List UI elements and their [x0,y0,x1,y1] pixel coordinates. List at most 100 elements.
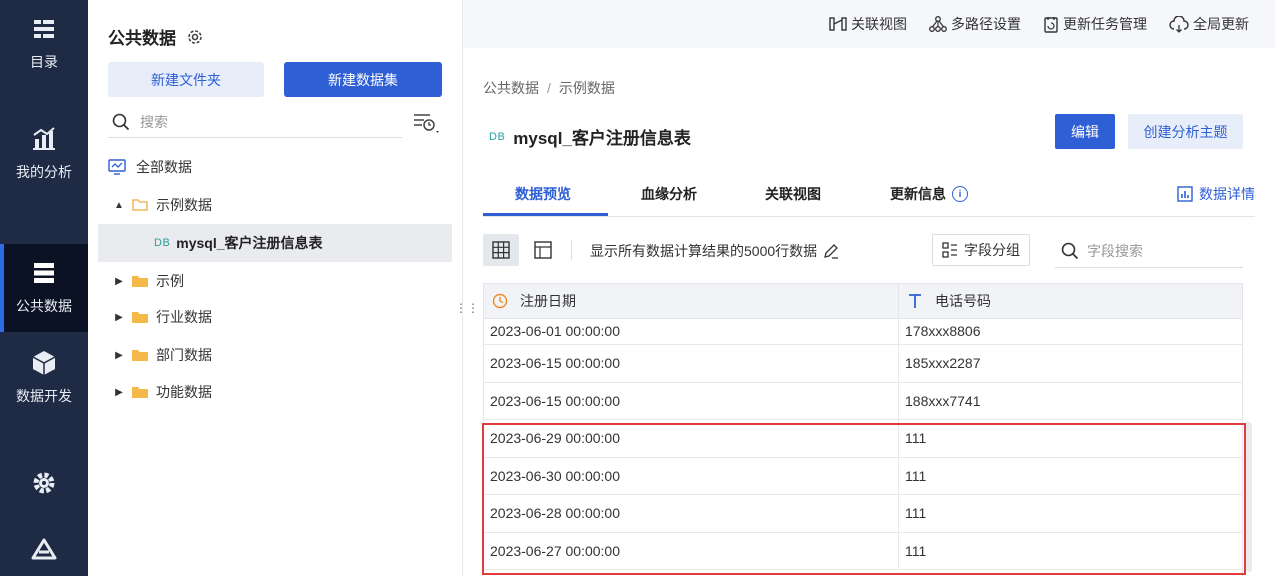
nav-item-public-data[interactable]: 公共数据 [0,244,88,332]
top-toolbar: 关联视图 多路径设置 更新任务管理 全局更新 [463,0,1275,48]
breadcrumb-separator: / [547,80,551,96]
tree-item-label: mysql_客户注册信息表 [176,235,323,251]
filter-sort-icon[interactable] [412,112,442,136]
table-cell: 185xxx2287 [905,355,981,372]
nav-item-label: 目录 [30,54,58,70]
clock-icon [492,293,508,309]
table-row: 2023-06-28 00:00:00 111 [484,495,1242,533]
folder-icon [132,312,148,323]
table-row: 2023-06-27 00:00:00 111 [484,532,1242,570]
folder-icon [132,387,148,398]
nav-item-catalog[interactable]: 目录 [0,0,88,88]
data-preview-table: 注册日期 电话号码 2023-06-01 00:00:00 178xxx8806 … [483,283,1243,576]
field-group-label: 字段分组 [964,242,1020,258]
caret-right-icon[interactable]: ▶ [112,276,126,287]
tree-item-function[interactable]: ▶ 功能数据 [98,373,452,411]
edit-pencil-icon[interactable] [823,243,839,259]
tab-lineage[interactable]: 血缘分析 [641,184,697,204]
global-update-button[interactable]: 全局更新 [1169,14,1249,34]
update-tasks-label: 更新任务管理 [1063,16,1147,32]
catalog-icon [31,16,57,42]
create-topic-button[interactable]: 创建分析主题 [1128,114,1243,149]
text-type-icon [909,294,921,308]
folder-icon [132,350,148,361]
grid-view-button[interactable] [483,234,519,266]
folder-icon [132,276,148,287]
data-detail-button[interactable]: 数据详情 [1177,184,1255,204]
tree-item-label: 行业数据 [156,309,212,325]
gear-icon [31,470,57,496]
caret-right-icon[interactable]: ▶ [112,387,126,398]
row-limit-text: 显示所有数据计算结果的5000行数据 [590,241,839,261]
tab-data-preview[interactable]: 数据预览 [515,184,571,204]
nav-item-label: 我的分析 [16,164,72,180]
tree-item-label: 示例数据 [156,197,212,213]
tab-update-info[interactable]: 更新信息 i [890,184,968,204]
settings-gear-icon[interactable] [186,28,204,46]
related-view-button[interactable]: 关联视图 [829,14,907,34]
chart-detail-icon [1177,186,1193,202]
multipath-label: 多路径设置 [951,16,1021,32]
dataset-tabs: 数据预览 血缘分析 关联视图 更新信息 i 数据详情 [483,172,1255,217]
field-group-icon [942,242,957,258]
nav-bottom-logo[interactable] [0,522,88,576]
search-icon [112,113,130,130]
tree-item-department[interactable]: ▶ 部门数据 [98,336,452,374]
breadcrumb-root[interactable]: 公共数据 [483,80,539,96]
tree-item-all-data[interactable]: 全部数据 [98,148,452,186]
caret-right-icon[interactable]: ▶ [112,350,126,361]
db-badge-icon: DB [489,130,506,143]
tree-item-sample-data[interactable]: ▲ 示例数据 [98,186,452,224]
nav-item-label: 数据开发 [16,388,72,404]
multipath-button[interactable]: 多路径设置 [929,14,1021,34]
tree-item-sample[interactable]: ▶ 示例 [98,262,452,300]
field-search-input[interactable]: 字段搜索 [1055,234,1243,268]
new-folder-button[interactable]: 新建文件夹 [108,62,264,97]
tree-item-label: 示例 [156,273,184,289]
nav-item-label: 公共数据 [16,298,72,314]
update-tasks-button[interactable]: 更新任务管理 [1043,14,1147,34]
cloud-refresh-icon [1169,15,1189,33]
search-placeholder: 搜索 [140,113,168,130]
task-icon [1044,16,1058,33]
dataset-title: DB mysql_客户注册信息表 [489,124,691,149]
column-header-phone[interactable]: 电话号码 [899,284,991,318]
layout-view-button[interactable] [525,234,561,266]
tree-search-input[interactable]: 搜索 [108,106,402,138]
column-header-date[interactable]: 注册日期 [484,284,899,318]
tree-item-label: 部门数据 [156,347,212,363]
tab-related-view[interactable]: 关联视图 [765,184,821,204]
breadcrumb-current[interactable]: 示例数据 [559,80,615,96]
info-icon[interactable]: i [952,186,968,202]
new-dataset-button[interactable]: 新建数据集 [284,62,442,97]
row-limit-label: 显示所有数据计算结果的5000行数据 [590,243,818,259]
grid-icon [492,241,510,259]
table-cell: 2023-06-15 00:00:00 [484,382,899,419]
tree-item-label: 全部数据 [136,159,192,175]
table-cell: 2023-06-01 00:00:00 [484,319,899,344]
tree-item-dataset[interactable]: DB mysql_客户注册信息表 [98,224,452,262]
left-nav: 目录 我的分析 公共数据 数据开发 [0,0,88,576]
folder-open-icon [132,199,148,211]
table-cell: 111 [905,467,927,484]
active-tab-indicator [483,213,608,216]
caret-right-icon[interactable]: ▶ [112,312,126,323]
table-row: 2023-06-15 00:00:00 185xxx2287 [484,345,1242,383]
breadcrumb: 公共数据 / 示例数据 [483,78,615,98]
table-header: 注册日期 电话号码 [483,283,1243,319]
data-detail-label: 数据详情 [1199,186,1255,202]
nav-item-my-analysis[interactable]: 我的分析 [0,110,88,198]
tree-title: 公共数据 [108,24,204,49]
table-cell: 2023-06-28 00:00:00 [484,495,899,532]
nav-item-admin[interactable] [0,444,88,532]
nav-item-data-dev[interactable]: 数据开发 [0,334,88,422]
tree-item-industry[interactable]: ▶ 行业数据 [98,298,452,336]
logo-icon [31,538,57,560]
caret-down-icon[interactable]: ▲ [112,200,126,211]
edit-button[interactable]: 编辑 [1055,114,1115,149]
tab-update-info-label: 更新信息 [890,186,946,202]
layout-icon [534,241,552,259]
field-group-button[interactable]: 字段分组 [932,234,1030,266]
table-scrollbar-thumb[interactable] [1246,422,1252,572]
db-badge-icon: DB [154,237,171,249]
